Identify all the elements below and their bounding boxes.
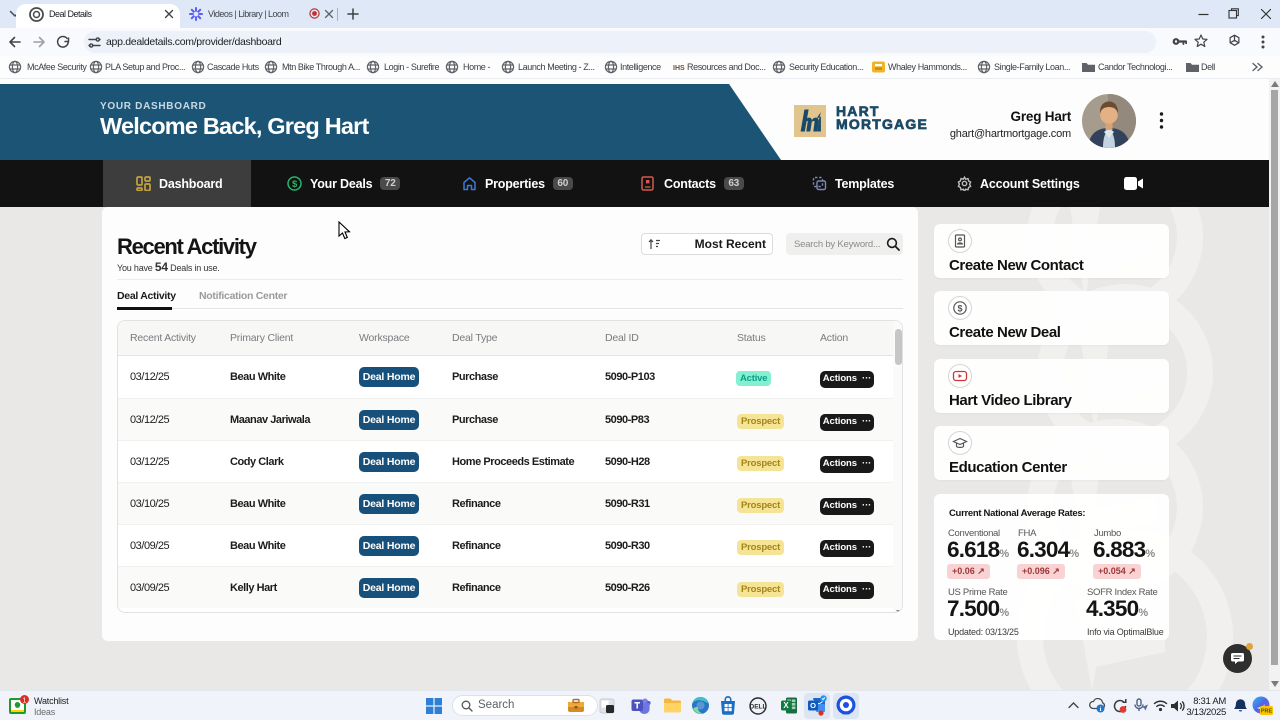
svg-text:O: O (810, 701, 816, 710)
svg-text:DELL: DELL (750, 704, 767, 711)
svg-text:X: X (783, 701, 789, 710)
svg-text:IHS: IHS (673, 65, 685, 72)
svg-text:i: i (1100, 706, 1102, 713)
svg-text:$: $ (957, 303, 962, 313)
svg-text:$: $ (292, 179, 298, 190)
svg-text:PRE: PRE (1261, 709, 1273, 715)
svg-text:1: 1 (23, 697, 27, 704)
